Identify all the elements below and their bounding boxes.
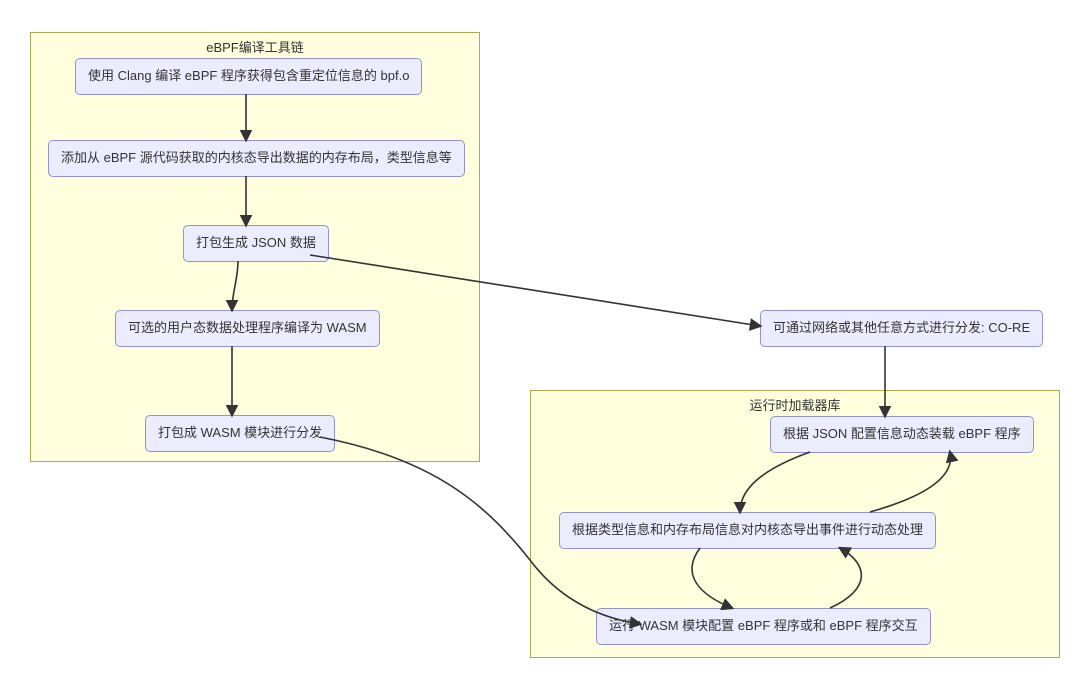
node-runwasm: 运行 WASM 模块配置 eBPF 程序或和 eBPF 程序交互 (596, 608, 931, 645)
cluster-toolchain-title: eBPF编译工具链 (31, 37, 479, 56)
node-compilewasm: 可选的用户态数据处理程序编译为 WASM (115, 310, 380, 347)
node-distribute: 可通过网络或其他任意方式进行分发: CO-RE (760, 310, 1043, 347)
node-packwasm: 打包成 WASM 模块进行分发 (145, 415, 335, 452)
diagram-canvas: eBPF编译工具链 运行时加载器库 使用 Clang 编译 eBPF 程序获得包… (0, 0, 1080, 685)
node-packjson: 打包生成 JSON 数据 (183, 225, 329, 262)
node-process: 根据类型信息和内存布局信息对内核态导出事件进行动态处理 (559, 512, 936, 549)
cluster-runtime-title: 运行时加载器库 (531, 395, 1059, 414)
node-loadjson: 根据 JSON 配置信息动态装载 eBPF 程序 (770, 416, 1034, 453)
node-addmeta: 添加从 eBPF 源代码获取的内核态导出数据的内存布局，类型信息等 (48, 140, 465, 177)
node-compile: 使用 Clang 编译 eBPF 程序获得包含重定位信息的 bpf.o (75, 58, 422, 95)
